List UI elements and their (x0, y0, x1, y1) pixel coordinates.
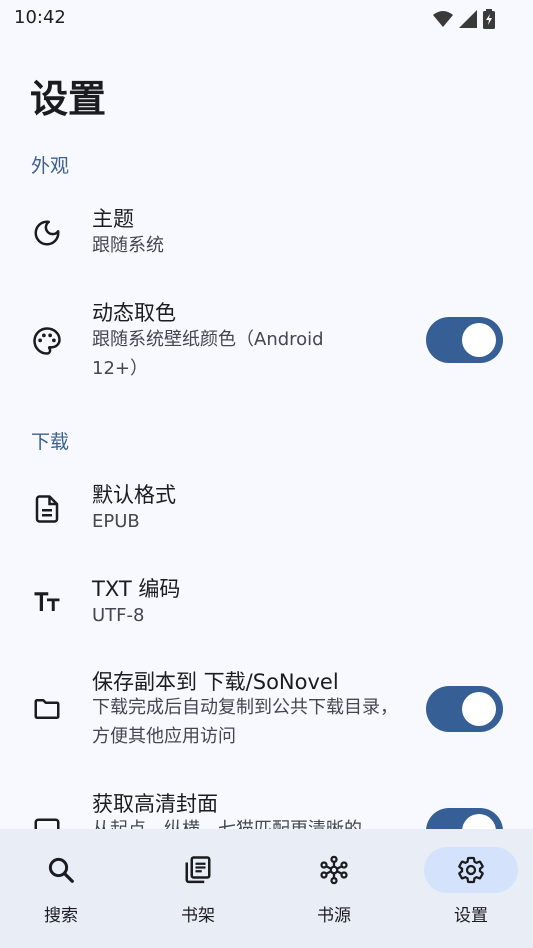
nav-item-bookshelf[interactable]: 书架 (147, 829, 280, 948)
setting-dynamic-color-title: 动态取色 (92, 301, 176, 325)
setting-save-copy-title: 保存副本到 下载/SoNovel (92, 670, 339, 694)
setting-dynamic-color-desc: 跟随系统壁纸颜色（Android 12+） (92, 329, 324, 379)
text-size-icon (34, 592, 60, 611)
setting-txt-encoding-value: UTF-8 (92, 605, 145, 626)
dynamic-color-toggle[interactable] (426, 317, 503, 363)
search-icon (48, 857, 74, 883)
signal-icon (459, 10, 477, 28)
toggle-knob (462, 692, 496, 726)
toggle-knob (462, 323, 496, 357)
nav-item-search[interactable]: 搜索 (10, 829, 143, 948)
battery-icon (483, 9, 495, 29)
dark-mode-moon-icon (34, 220, 60, 246)
nav-label-sources: 书源 (317, 906, 351, 926)
setting-hd-cover-title: 获取高清封面 (92, 792, 218, 816)
nav-label-bookshelf: 书架 (181, 906, 215, 926)
setting-theme[interactable]: 主题 跟随系统 (0, 190, 533, 276)
document-icon (35, 495, 59, 523)
hub-icon (320, 855, 348, 885)
wifi-icon (433, 11, 453, 27)
setting-theme-title: 主题 (92, 207, 134, 231)
setting-default-format-title: 默认格式 (92, 483, 176, 507)
setting-txt-encoding-title: TXT 编码 (92, 577, 181, 601)
setting-default-format[interactable]: 默认格式 EPUB (0, 466, 533, 552)
page-title: 设置 (30, 77, 107, 121)
section-header-download: 下载 (31, 431, 70, 453)
setting-txt-encoding[interactable]: TXT 编码 UTF-8 (0, 560, 533, 646)
nav-label-search: 搜索 (44, 906, 78, 926)
bookshelf-icon (185, 856, 211, 884)
palette-icon (33, 327, 61, 355)
system-icons (433, 9, 495, 29)
bottom-navigation: 搜索 书架 书源 设置 (0, 829, 533, 948)
status-bar: 10:42 (0, 0, 533, 36)
status-time: 10:42 (14, 7, 66, 28)
nav-label-settings: 设置 (454, 906, 488, 926)
gear-icon (458, 856, 484, 884)
nav-item-settings[interactable]: 设置 (420, 829, 533, 948)
setting-hd-cover[interactable]: 获取高清封面 从起点、纵横、七猫匹配更清晰的 (0, 776, 533, 854)
nav-item-sources[interactable]: 书源 (283, 829, 416, 948)
setting-save-copy[interactable]: 保存副本到 下载/SoNovel 下载完成后自动复制到公共下载目录，方便其他应用… (0, 654, 533, 764)
setting-save-copy-desc: 下载完成后自动复制到公共下载目录，方便其他应用访问 (92, 697, 398, 747)
folder-icon (34, 699, 60, 719)
setting-theme-value: 跟随系统 (92, 235, 164, 256)
setting-dynamic-color[interactable]: 动态取色 跟随系统壁纸颜色（Android 12+） (0, 290, 533, 390)
save-copy-toggle[interactable] (426, 686, 503, 732)
setting-default-format-value: EPUB (92, 511, 140, 532)
section-header-appearance: 外观 (31, 155, 70, 177)
